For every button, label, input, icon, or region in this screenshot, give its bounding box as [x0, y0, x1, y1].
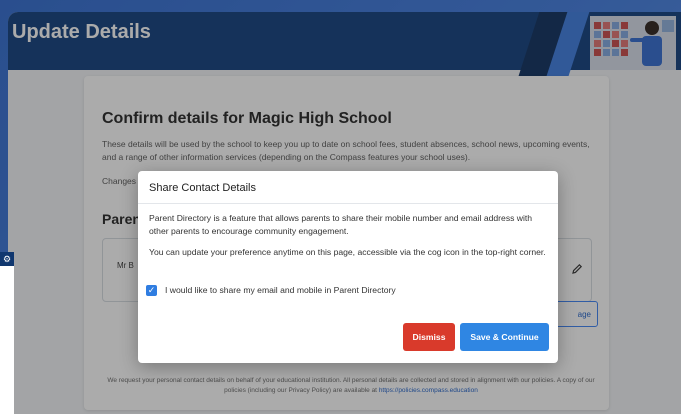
save-continue-button[interactable]: Save & Continue — [460, 323, 549, 351]
dialog-title: Share Contact Details — [149, 182, 256, 194]
share-consent-label[interactable]: I would like to share my email and mobil… — [165, 285, 396, 296]
checkmark-icon: ✓ — [147, 285, 156, 295]
share-consent-checkbox[interactable]: ✓ — [146, 285, 157, 296]
dismiss-button[interactable]: Dismiss — [403, 323, 455, 351]
dialog-divider — [138, 203, 558, 204]
side-panel — [0, 252, 14, 414]
dialog-paragraph-preference: You can update your preference anytime o… — [149, 247, 546, 257]
dialog-paragraph-directory: Parent Directory is a feature that allow… — [149, 213, 533, 236]
share-contact-dialog: Share Contact Details Parent Directory i… — [138, 171, 558, 363]
cog-icon[interactable]: ⚙ — [0, 252, 14, 266]
